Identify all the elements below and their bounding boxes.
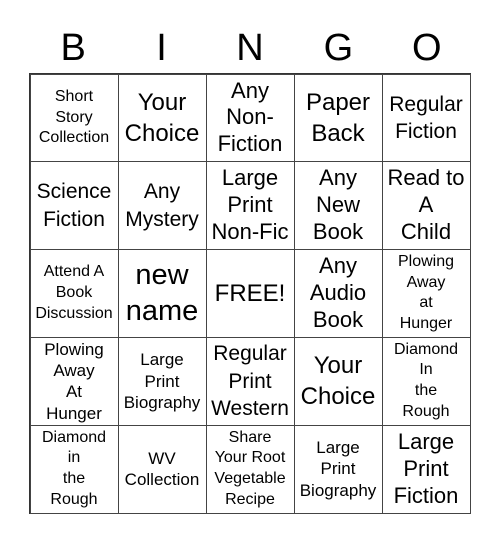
bingo-cell[interactable]: Share Your Root Vegetable Recipe [205, 424, 295, 514]
header-letter-n: N [236, 27, 264, 69]
bingo-cell[interactable]: Regular Fiction [381, 73, 471, 163]
free-space[interactable]: FREE! [205, 249, 295, 338]
bingo-cell[interactable]: Diamond in the Rough [29, 424, 119, 514]
bingo-cell[interactable]: Large Print Fiction [381, 424, 471, 514]
bingo-cell[interactable]: Read to A Child [381, 161, 471, 251]
bingo-cell[interactable]: new name [117, 249, 207, 338]
header-letter-i: I [156, 27, 167, 69]
header-letter-g: G [323, 27, 354, 69]
bingo-cell[interactable]: Attend A Book Discussion [29, 249, 119, 338]
bingo-cell[interactable]: Short Story Collection [29, 73, 119, 163]
bingo-cell[interactable]: Large Print Biography [117, 336, 207, 426]
bingo-cell[interactable]: Your Choice [293, 336, 383, 426]
bingo-header: B I N G O [29, 22, 471, 74]
bingo-cell[interactable]: Plowing Away at Hunger [381, 249, 471, 338]
bingo-cell[interactable]: Any New Book [293, 161, 383, 251]
bingo-cell[interactable]: Paper Back [293, 73, 383, 163]
bingo-cell[interactable]: Large Print Biography [293, 424, 383, 514]
bingo-cell[interactable]: Any Non- Fiction [205, 73, 295, 163]
bingo-cell[interactable]: Your Choice [117, 73, 207, 163]
bingo-cell[interactable]: WV Collection [117, 424, 207, 514]
header-letter-b: B [60, 27, 86, 69]
bingo-cell[interactable]: Plowing Away At Hunger [29, 336, 119, 426]
bingo-cell[interactable]: Any Audio Book [293, 249, 383, 338]
bingo-cell[interactable]: Regular Print Western [205, 336, 295, 426]
bingo-cell[interactable]: Large Print Non-Fic [205, 161, 295, 251]
bingo-cell[interactable]: Any Mystery [117, 161, 207, 251]
bingo-cell[interactable]: Science Fiction [29, 161, 119, 251]
bingo-grid: Short Story Collection Your Choice Any N… [29, 73, 471, 514]
bingo-cell[interactable]: Diamond In the Rough [381, 336, 471, 426]
header-letter-o: O [411, 27, 442, 69]
